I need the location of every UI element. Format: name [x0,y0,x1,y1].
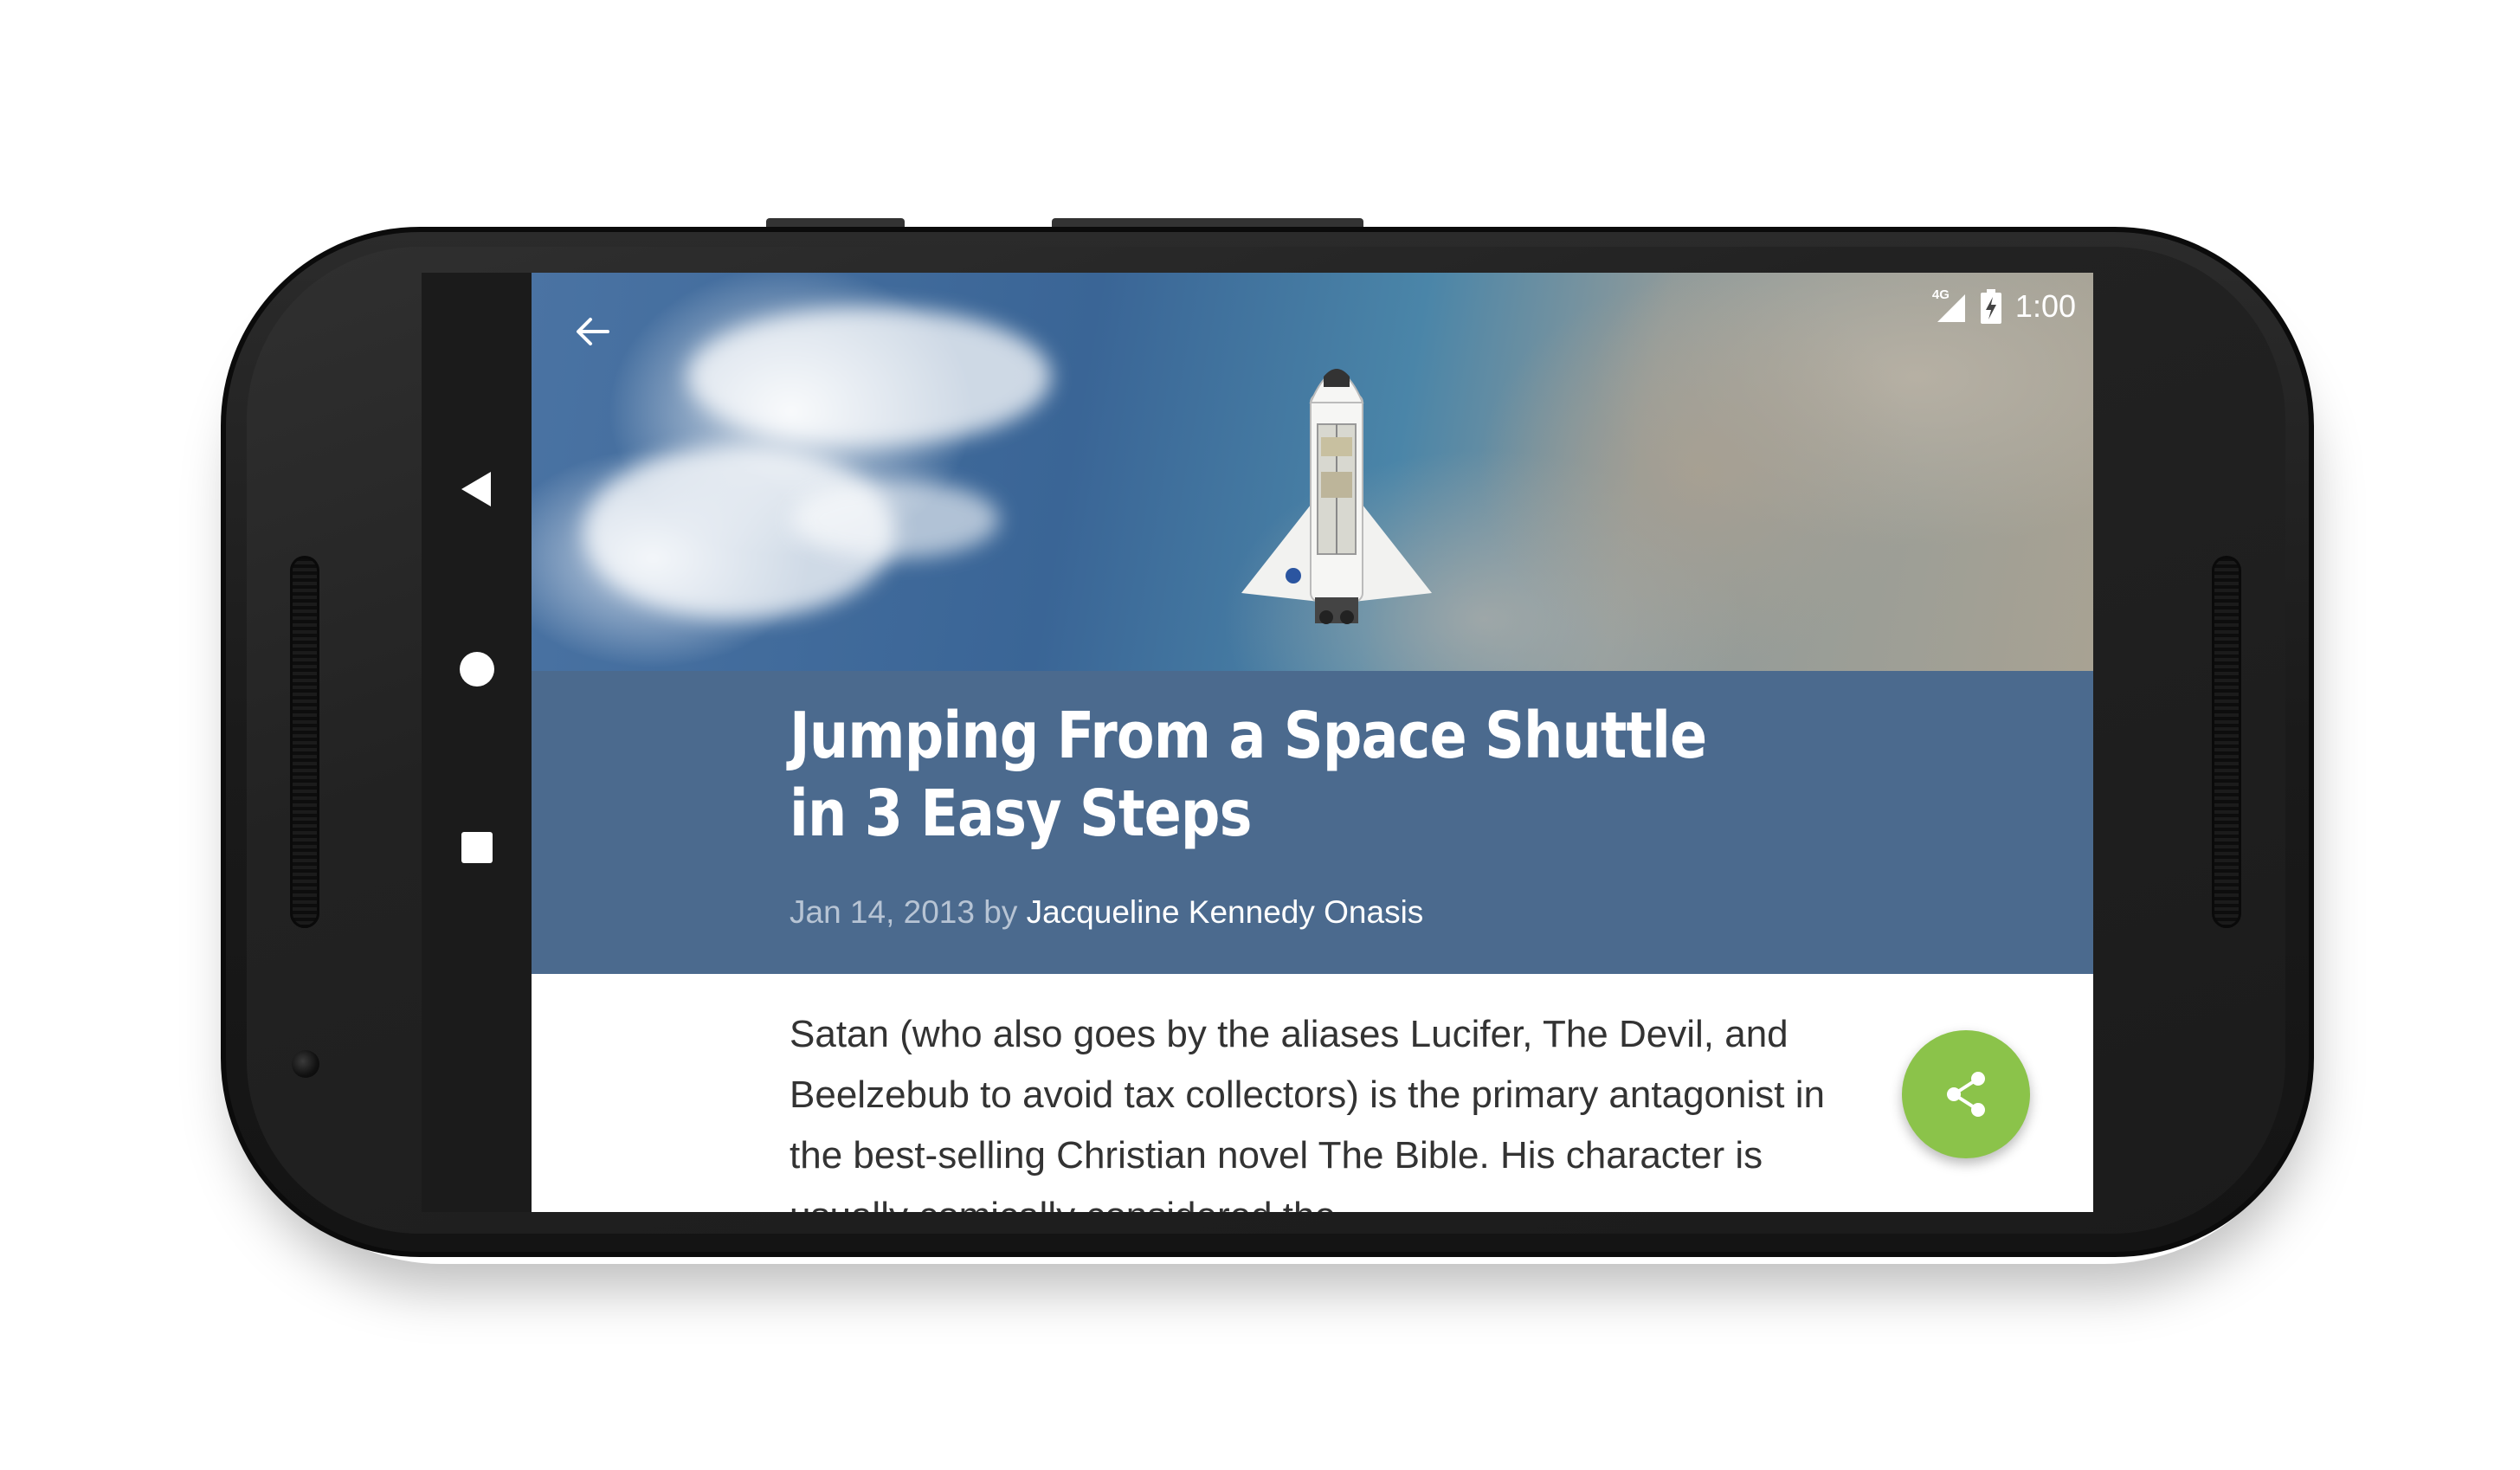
article-body: Satan (who also goes by the aliases Luci… [790,1013,1825,1212]
article-date: Jan 14, 2013 [790,894,975,930]
byline-by: by [983,894,1018,930]
nav-home-button[interactable] [422,617,532,721]
status-bar: 4G 1:00 [1932,285,2076,328]
share-icon [1947,1072,1985,1117]
square-recents-icon [461,832,493,863]
speaker-grille-left [290,556,319,928]
system-navigation-bar [422,273,532,1212]
nav-recents-button[interactable] [422,796,532,899]
article-meta: Jan 14, 2013 by Jacqueline Kennedy Onasi… [790,894,1423,931]
arrow-back-icon [577,318,609,345]
share-button[interactable] [1902,1030,2030,1158]
nav-back-button[interactable] [422,437,532,541]
article-app: 4G 1:00 Jumping From a Space Shuttle in … [532,273,2093,1212]
signal-icon [1937,294,1965,322]
signal-indicator: 4G [1932,287,1967,324]
front-camera [292,1050,319,1078]
triangle-back-icon [461,472,491,506]
app-back-button[interactable] [566,306,618,358]
hero-image: 4G 1:00 [532,273,2093,671]
circle-home-icon [459,652,494,687]
cloud [687,307,1051,446]
device-mockup: 4G 1:00 Jumping From a Space Shuttle in … [0,0,2520,1470]
speaker-grille-right [2212,556,2241,928]
article-author[interactable]: Jacqueline Kennedy Onasis [1027,894,1424,930]
clock: 1:00 [2014,288,2076,324]
space-shuttle-illustration [1241,369,1432,624]
battery-charging-icon [1980,289,2001,324]
article-title: Jumping From a Space Shuttle in 3 Easy S… [790,699,1707,851]
cloud [791,480,999,558]
screen: 4G 1:00 Jumping From a Space Shuttle in … [422,273,2093,1212]
